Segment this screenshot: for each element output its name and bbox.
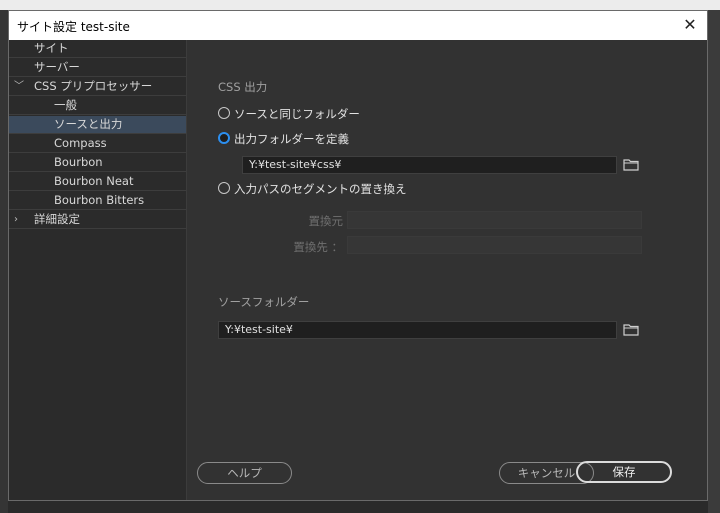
main-panel: CSS 出力 ソースと同じフォルダー 出力フォルダーを定義 Y:¥test-si… — [187, 40, 707, 500]
sidebar: サイト サーバー ﹀ CSS プリプロセッサー 一般 ソースと出力 Compas… — [9, 40, 187, 500]
sidebar-item-label: サイト — [34, 41, 69, 55]
radio-button[interactable] — [218, 107, 230, 119]
radio-label: 出力フォルダーを定義 — [234, 132, 349, 146]
replace-to-label: 置換先 ： — [293, 240, 343, 254]
replace-from-input[interactable] — [347, 211, 642, 229]
sidebar-item-server[interactable]: サーバー — [9, 59, 186, 77]
source-folder-input[interactable]: Y:¥test-site¥ — [218, 321, 617, 339]
help-button[interactable]: ヘルプ — [197, 462, 292, 484]
dialog-title: サイト設定 test-site — [17, 20, 130, 34]
background-app-strip — [0, 0, 720, 10]
radio-button-checked[interactable] — [218, 132, 230, 144]
save-button[interactable]: 保存 — [576, 461, 672, 483]
background-app-edge-right — [708, 10, 720, 513]
background-app-edge — [0, 10, 8, 513]
css-output-heading: CSS 出力 — [218, 80, 268, 94]
radio-label: 入力パスのセグメントの置き換え — [234, 182, 407, 196]
folder-icon[interactable] — [623, 158, 641, 172]
sidebar-item-source-output[interactable]: ソースと出力 — [9, 116, 186, 134]
sidebar-item-label: 一般 — [54, 98, 77, 112]
sidebar-item-bourbon[interactable]: Bourbon — [9, 154, 186, 172]
radio-label: ソースと同じフォルダー — [234, 107, 360, 121]
radio-button[interactable] — [218, 182, 230, 194]
sidebar-item-label: サーバー — [34, 60, 80, 74]
chevron-right-icon[interactable]: › — [14, 211, 18, 228]
sidebar-item-label: Compass — [54, 136, 107, 150]
close-icon[interactable]: ✕ — [679, 15, 701, 35]
chevron-down-icon[interactable]: ﹀ — [14, 78, 24, 95]
output-folder-input[interactable]: Y:¥test-site¥css¥ — [242, 156, 617, 174]
sidebar-item-general[interactable]: 一般 — [9, 97, 186, 115]
sidebar-item-css-preprocessor[interactable]: ﹀ CSS プリプロセッサー — [9, 78, 186, 96]
sidebar-item-label: Bourbon — [54, 155, 103, 169]
sidebar-item-bourbon-neat[interactable]: Bourbon Neat — [9, 173, 186, 191]
sidebar-item-site[interactable]: サイト — [9, 40, 186, 58]
replace-to-input[interactable] — [347, 236, 642, 254]
sidebar-item-label: Bourbon Neat — [54, 174, 134, 188]
folder-icon[interactable] — [623, 323, 641, 337]
site-settings-dialog: サイト設定 test-site ✕ サイト サーバー ﹀ CSS プリプロセッサ… — [8, 10, 708, 501]
sidebar-item-bourbon-bitters[interactable]: Bourbon Bitters — [9, 192, 186, 210]
source-folder-heading: ソースフォルダー — [218, 295, 310, 309]
sidebar-item-advanced[interactable]: › 詳細設定 — [9, 211, 186, 229]
sidebar-item-label: 詳細設定 — [34, 212, 80, 226]
sidebar-item-compass[interactable]: Compass — [9, 135, 186, 153]
title-bar: サイト設定 test-site ✕ — [9, 11, 707, 40]
replace-from-label: 置換元 — [308, 214, 344, 228]
sidebar-item-label: CSS プリプロセッサー — [34, 79, 153, 93]
sidebar-item-label: ソースと出力 — [54, 117, 123, 131]
sidebar-item-label: Bourbon Bitters — [54, 193, 145, 207]
